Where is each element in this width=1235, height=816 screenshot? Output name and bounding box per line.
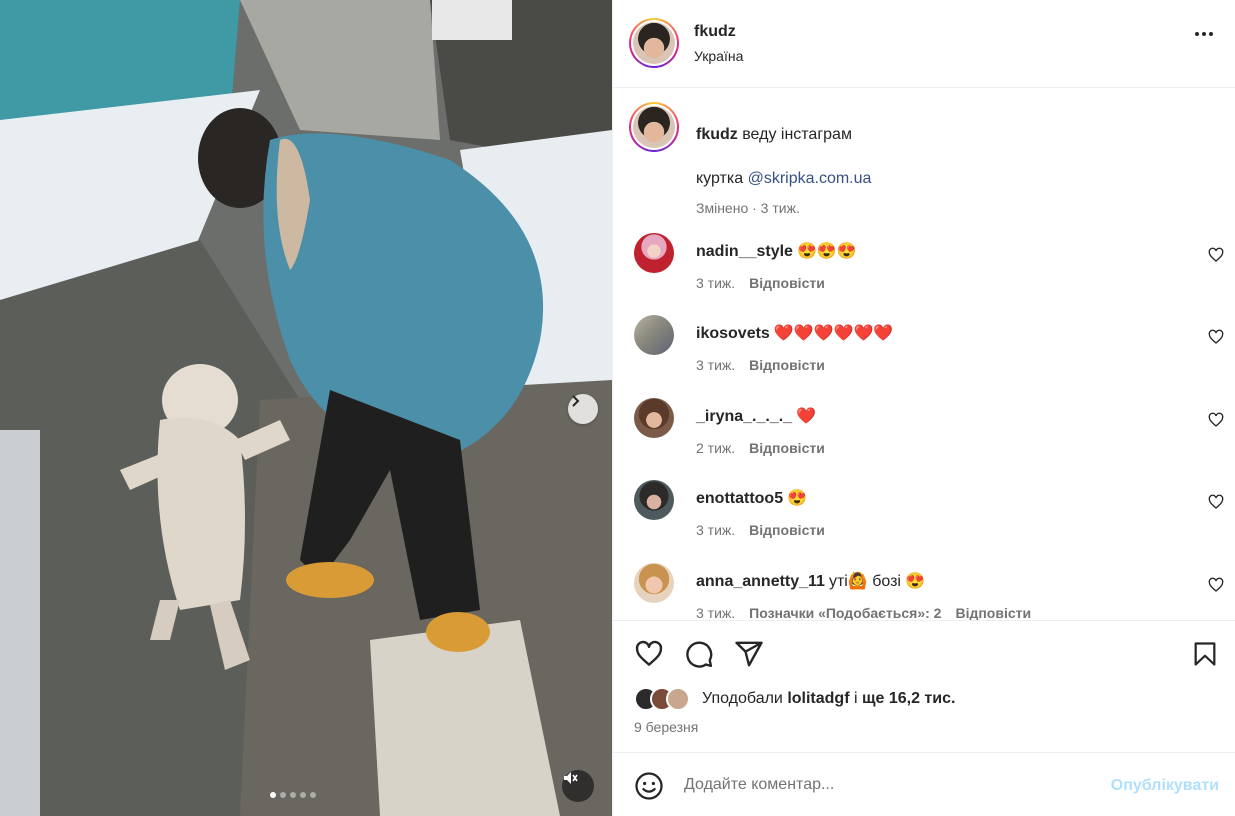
likes-count-link[interactable]: ще 16,2 тис. [862,690,955,707]
comment-icon [684,641,714,673]
reply-button[interactable]: Відповісти [749,440,825,456]
post-actions: Уподобали lolitadgf і ще 16,2 тис. 9 бер… [613,620,1235,752]
reply-button[interactable]: Відповісти [749,275,825,291]
reply-button[interactable]: Відповісти [749,357,825,373]
comment-item: enottattoo5 😍 3 тиж. Відповісти [634,480,1224,550]
author-avatar[interactable] [629,18,679,68]
commenter-username[interactable]: nadin__style [696,243,793,260]
comment-input[interactable] [684,773,1084,797]
comment-item: anna_annetty_11 уті🙆 бозі 😍 3 тиж. Познач… [634,563,1224,620]
caption-line2: куртка [696,170,748,187]
carousel-dot [280,792,286,798]
share-icon [734,641,764,673]
author-username[interactable]: fkudz [694,23,736,41]
liker-username[interactable]: lolitadgf [787,690,849,707]
comment-item: _iryna_._._._ ❤️ 2 тиж. Відповісти [634,398,1224,468]
commenter-username[interactable]: ikosovets [696,325,770,342]
comment-time[interactable]: 3 тиж. [696,522,735,538]
reply-button[interactable]: Відповісти [955,605,1031,620]
comment-text: ❤️ [796,408,816,425]
comment-likes-count[interactable]: Позначки «Подобається»: 2 [749,605,941,620]
caption-meta: Змінено · 3 тиж. [696,200,800,216]
comment-text: 😍 [787,490,808,507]
more-options-button[interactable] [1195,32,1213,36]
video-frame [0,0,612,816]
commenter-username[interactable]: anna_annetty_11 [696,573,825,590]
commenter-avatar[interactable] [634,233,674,273]
caption-avatar[interactable] [629,102,679,152]
commenter-avatar[interactable] [634,315,674,355]
like-button[interactable] [634,639,664,674]
share-button[interactable] [734,639,764,674]
comment-like-heart-icon[interactable] [1208,577,1224,598]
emoji-icon [634,772,664,805]
comment-text: 😍😍😍 [796,243,857,260]
comment-item: ikosovets ❤️❤️❤️❤️❤️❤️ 3 тиж. Відповісти [634,315,1224,385]
comment-like-heart-icon[interactable] [1208,329,1224,350]
commenter-avatar[interactable] [634,398,674,438]
carousel-indicator [270,792,316,798]
commenter-avatar[interactable] [634,480,674,520]
more-icon [1195,32,1199,36]
carousel-next-button[interactable] [568,394,598,424]
save-button[interactable] [1191,639,1219,674]
post-header: fkudz Україна [613,0,1235,88]
carousel-dot [310,792,316,798]
publish-button[interactable]: Опублікувати [1111,777,1219,795]
post-media[interactable] [0,0,612,816]
add-comment-bar: Опублікувати [613,752,1235,816]
caption-mention-link[interactable]: @skripka.com.ua [748,170,872,187]
comment-item: nadin__style 😍😍😍 3 тиж. Відповісти [634,233,1224,303]
carousel-dot [290,792,296,798]
carousel-dot [270,792,276,798]
comment-like-heart-icon[interactable] [1208,247,1224,268]
liker-avatar [666,687,690,711]
commenter-username[interactable]: enottattoo5 [696,490,783,507]
comment-like-heart-icon[interactable] [1208,412,1224,433]
comment-like-heart-icon[interactable] [1208,494,1224,515]
commenter-username[interactable]: _iryna_._._._ [696,408,792,425]
comment-time[interactable]: 3 тиж. [696,275,735,291]
comment-text: уті🙆 бозі 😍 [828,573,926,590]
post-panel: fkudz Україна fkudz веду інстаграм куртк… [612,0,1235,816]
post-location[interactable]: Україна [694,48,743,64]
commenter-avatar[interactable] [634,563,674,603]
likes-summary: Уподобали lolitadgf і ще 16,2 тис. [702,690,956,707]
reply-button[interactable]: Відповісти [749,522,825,538]
comment-time[interactable]: 3 тиж. [696,357,735,373]
comment-button[interactable] [684,639,714,674]
caption-text: веду інстаграм [742,126,852,143]
bookmark-icon [1191,642,1219,673]
post-date[interactable]: 9 березня [634,719,698,735]
caption-username[interactable]: fkudz [696,126,738,143]
comment-text: ❤️❤️❤️❤️❤️❤️ [773,325,894,342]
comments-list[interactable]: fkudz веду інстаграм куртка @skripka.com… [613,88,1235,620]
comment-time[interactable]: 2 тиж. [696,440,735,456]
likers-avatars[interactable] [634,687,690,711]
carousel-dot [300,792,306,798]
emoji-button[interactable] [634,771,664,806]
heart-icon [634,640,664,673]
mute-button[interactable] [562,770,594,802]
comment-time[interactable]: 3 тиж. [696,605,735,620]
